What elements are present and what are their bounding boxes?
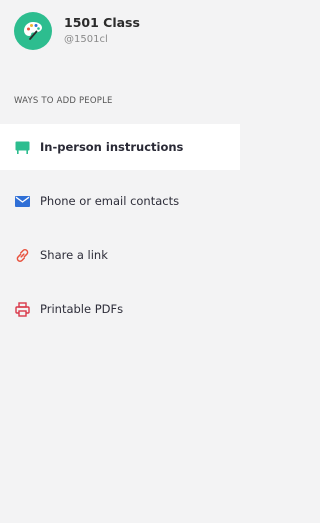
link-icon — [14, 247, 30, 263]
printer-icon — [14, 301, 30, 317]
section-title: WAYS TO ADD PEOPLE — [14, 96, 113, 106]
nav-item-label: Printable PDFs — [40, 302, 124, 316]
sidebar: 1501 Class @1501cl WAYS TO ADD PEOPLE In… — [0, 0, 240, 523]
class-name: 1501 Class — [64, 15, 140, 30]
envelope-icon — [14, 193, 30, 209]
chalkboard-icon — [14, 139, 30, 155]
class-header[interactable]: 1501 Class @1501cl — [14, 12, 140, 50]
nav-item-label: Share a link — [40, 248, 108, 262]
nav-item-label: Phone or email contacts — [40, 194, 180, 208]
class-handle: @1501cl — [64, 34, 108, 45]
palette-icon — [24, 22, 42, 40]
class-avatar — [14, 12, 52, 50]
nav-item-printable-pdfs[interactable]: Printable PDFs — [0, 286, 240, 332]
nav-item-label: In-person instructions — [40, 140, 184, 154]
nav-item-phone-or-email-contacts[interactable]: Phone or email contacts — [0, 178, 240, 224]
nav-item-in-person-instructions[interactable]: In-person instructions — [0, 124, 240, 170]
nav-item-share-a-link[interactable]: Share a link — [0, 232, 240, 278]
